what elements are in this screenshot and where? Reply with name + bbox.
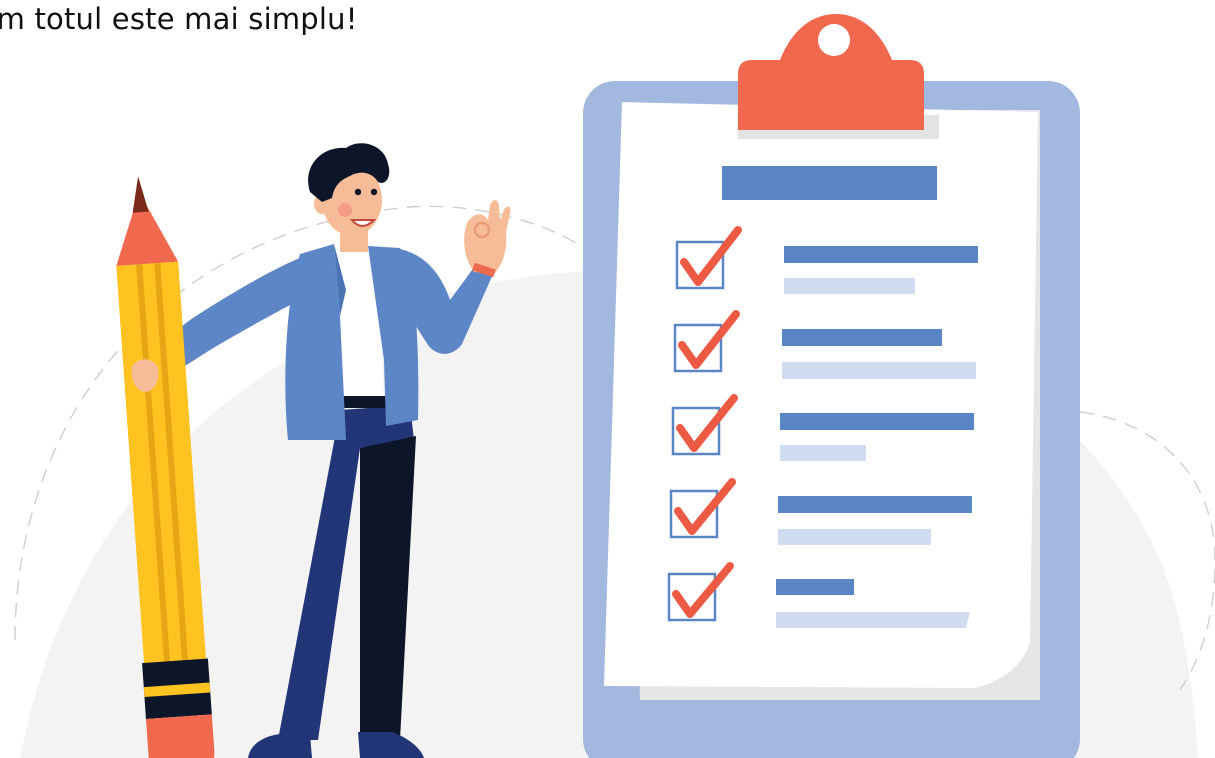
item-line-primary bbox=[784, 246, 978, 263]
page: um totul este mai simplu! bbox=[0, 0, 1215, 758]
pencil-eraser bbox=[145, 714, 215, 758]
belt bbox=[340, 396, 386, 408]
item-line-primary bbox=[782, 329, 942, 346]
item-line-secondary bbox=[776, 612, 970, 628]
checklist-illustration bbox=[14, 14, 1215, 758]
item-line-secondary bbox=[780, 445, 866, 461]
paper-title-bar bbox=[722, 166, 937, 200]
item-line-primary bbox=[780, 413, 974, 430]
clipboard-icon bbox=[583, 14, 1080, 758]
eye-left bbox=[354, 188, 362, 196]
item-line-secondary bbox=[778, 529, 931, 545]
item-line-secondary bbox=[782, 362, 976, 379]
item-line-primary bbox=[776, 579, 854, 595]
item-line-primary bbox=[778, 496, 972, 513]
cheek bbox=[338, 203, 352, 217]
eye-right bbox=[370, 188, 378, 196]
pencil-lead bbox=[132, 176, 149, 213]
clip-hole bbox=[818, 24, 850, 56]
item-line-secondary bbox=[784, 278, 915, 294]
